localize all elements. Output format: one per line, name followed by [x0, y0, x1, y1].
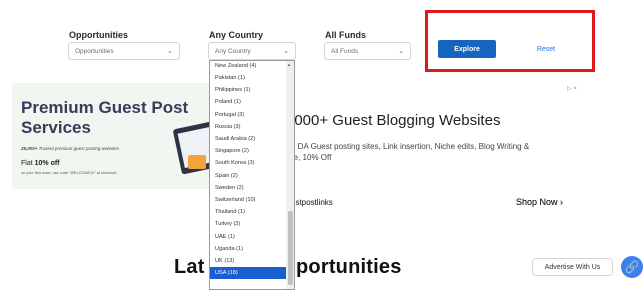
- country-option[interactable]: Sweden (2): [210, 182, 286, 194]
- country-option[interactable]: Uganda (1): [210, 243, 286, 255]
- shop-now-row-label: Shop Now: [516, 197, 558, 207]
- country-select[interactable]: Any Country ⌄: [208, 42, 296, 60]
- section-heading-right: portunities: [296, 256, 402, 278]
- explore-button[interactable]: Explore: [438, 40, 496, 58]
- adchoices-icon[interactable]: ▷ ×: [567, 85, 577, 92]
- ad-headline: 5000+ Guest Blogging Websites: [286, 112, 501, 129]
- promo-discount-value: 10% off: [34, 160, 60, 167]
- chevron-down-icon: ⌄: [167, 48, 173, 55]
- country-dropdown-list[interactable]: New Zealand (4) Pakistan (1) Philippines (…: [209, 60, 295, 290]
- country-option[interactable]: Poland (1): [210, 97, 286, 109]
- chevron-down-icon: ⌄: [283, 48, 289, 55]
- country-option[interactable]: Philippines (1): [210, 84, 286, 96]
- country-label: Any Country: [209, 30, 263, 40]
- promo-discount: Flat 10% off: [21, 160, 60, 167]
- scroll-up-icon[interactable]: ▲: [287, 62, 291, 67]
- promo-subtitle-count: 25,000+: [21, 146, 38, 151]
- country-option[interactable]: UAE (1): [210, 231, 286, 243]
- dropdown-scrollbar[interactable]: ▲: [286, 61, 294, 289]
- promo-subtitle: 25,000+ Trusted premium guest posting we…: [21, 146, 119, 151]
- ad-description-line1: h DA Guest posting sites, Link insertion…: [291, 142, 530, 151]
- opportunities-select[interactable]: Opportunities ⌄: [68, 42, 180, 60]
- country-option[interactable]: Turkey (3): [210, 219, 286, 231]
- advertise-with-us-button[interactable]: Advertise With Us: [532, 258, 613, 276]
- country-option[interactable]: South Korea (3): [210, 158, 286, 170]
- funds-label: All Funds: [325, 30, 366, 40]
- ad-url-row: estpostlinks: [291, 198, 333, 207]
- shop-now-row[interactable]: Shop Now ›: [516, 197, 563, 207]
- promo-subtitle-text: Trusted premium guest posting websites: [37, 146, 120, 151]
- chevron-down-icon: ⌄: [398, 48, 404, 55]
- country-select-value: Any Country: [215, 47, 251, 55]
- ad-description-line2: re, 10% Off: [291, 153, 332, 162]
- opportunities-select-value: Opportunities: [75, 47, 114, 55]
- country-option[interactable]: New Zealand (4): [210, 61, 286, 72]
- opportunities-label: Opportunities: [69, 30, 128, 40]
- country-option[interactable]: Spain (2): [210, 170, 286, 182]
- country-option[interactable]: Portugal (3): [210, 109, 286, 121]
- funds-select-value: All Funds: [331, 47, 359, 55]
- country-option[interactable]: Saudi Arabia (2): [210, 133, 286, 145]
- reset-button[interactable]: Reset: [523, 40, 569, 58]
- country-option[interactable]: USA (18): [210, 267, 286, 279]
- country-option[interactable]: Pakistan (1): [210, 72, 286, 84]
- country-option[interactable]: Singapore (2): [210, 145, 286, 157]
- country-option[interactable]: Switzerland (10): [210, 194, 286, 206]
- guest-blogging-ad[interactable]: 5000+ Guest Blogging Websites h DA Guest…: [265, 83, 585, 207]
- promo-title-line2: Services: [21, 118, 91, 137]
- scrollbar-thumb[interactable]: [288, 211, 293, 285]
- promo-title-line1: Premium Guest Post: [21, 98, 189, 117]
- section-heading-left: Lat: [174, 256, 205, 278]
- funds-select[interactable]: All Funds ⌄: [324, 42, 411, 60]
- country-option[interactable]: Thailand (1): [210, 206, 286, 218]
- chevron-right-icon: ›: [560, 197, 564, 207]
- country-option[interactable]: Russia (3): [210, 121, 286, 133]
- promo-discount-prefix: Flat: [21, 160, 35, 167]
- country-option[interactable]: UK (13): [210, 255, 286, 267]
- promo-code-text: on your first order, use code "WELCOME10…: [21, 171, 118, 175]
- box-illustration: [188, 155, 206, 169]
- link-icon[interactable]: 🔗: [621, 256, 643, 278]
